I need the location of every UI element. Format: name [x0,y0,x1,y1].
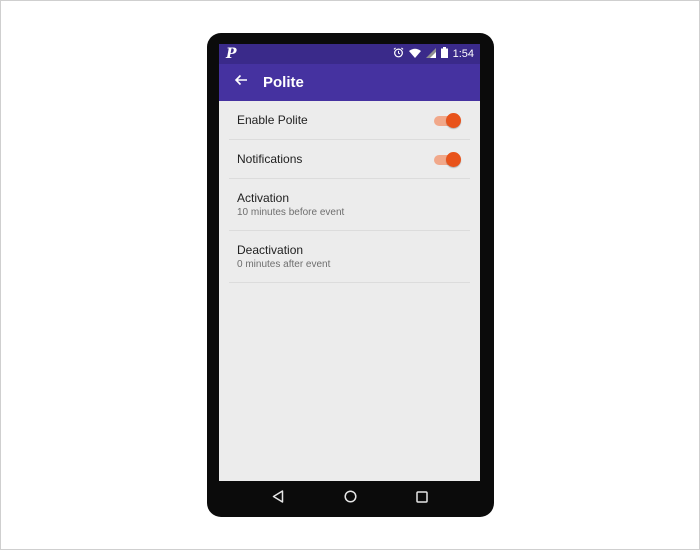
setting-summary: 10 minutes before event [237,207,345,218]
nav-back-button[interactable] [263,481,293,505]
setting-label: Activation [237,191,290,205]
back-triangle-icon [272,489,284,506]
arrow-left-icon [234,73,248,91]
nav-recents-button[interactable] [407,481,437,505]
notifications-toggle[interactable] [434,152,461,168]
enable-polite-toggle[interactable] [434,113,461,129]
setting-activation[interactable]: Activation 10 minutes before event [219,179,480,231]
setting-deactivation[interactable]: Deactivation 0 minutes after event [219,231,480,283]
setting-label: Deactivation [237,243,304,257]
app-bar: Polite [219,64,480,101]
status-bar: P 1:54 [219,44,480,64]
alarm-icon [393,45,404,63]
status-icons: 1:54 [393,44,474,64]
divider [229,282,470,283]
signal-icon [425,45,436,63]
setting-notifications[interactable]: Notifications [219,140,480,179]
back-button[interactable] [229,70,253,94]
battery-icon [440,45,448,63]
setting-enable-polite[interactable]: Enable Polite [219,101,480,140]
recents-square-icon [416,490,428,506]
home-circle-icon [343,489,357,506]
phone-screen: P 1:54 Polite Enable Polite Notification… [219,44,480,505]
system-nav-bar [219,481,480,505]
settings-list: Enable Polite Notifications Activation 1… [219,101,480,283]
setting-label: Enable Polite [237,113,308,127]
status-time: 1:54 [452,48,474,60]
wifi-icon [408,45,421,63]
phone-device: P 1:54 Polite Enable Polite Notification… [207,33,494,517]
page-title: Polite [263,74,304,91]
toggle-thumb [446,152,461,167]
setting-summary: 0 minutes after event [237,259,331,270]
toggle-thumb [446,113,461,128]
app-logo-icon: P [226,46,237,62]
nav-home-button[interactable] [335,481,365,505]
setting-label: Notifications [237,152,303,166]
